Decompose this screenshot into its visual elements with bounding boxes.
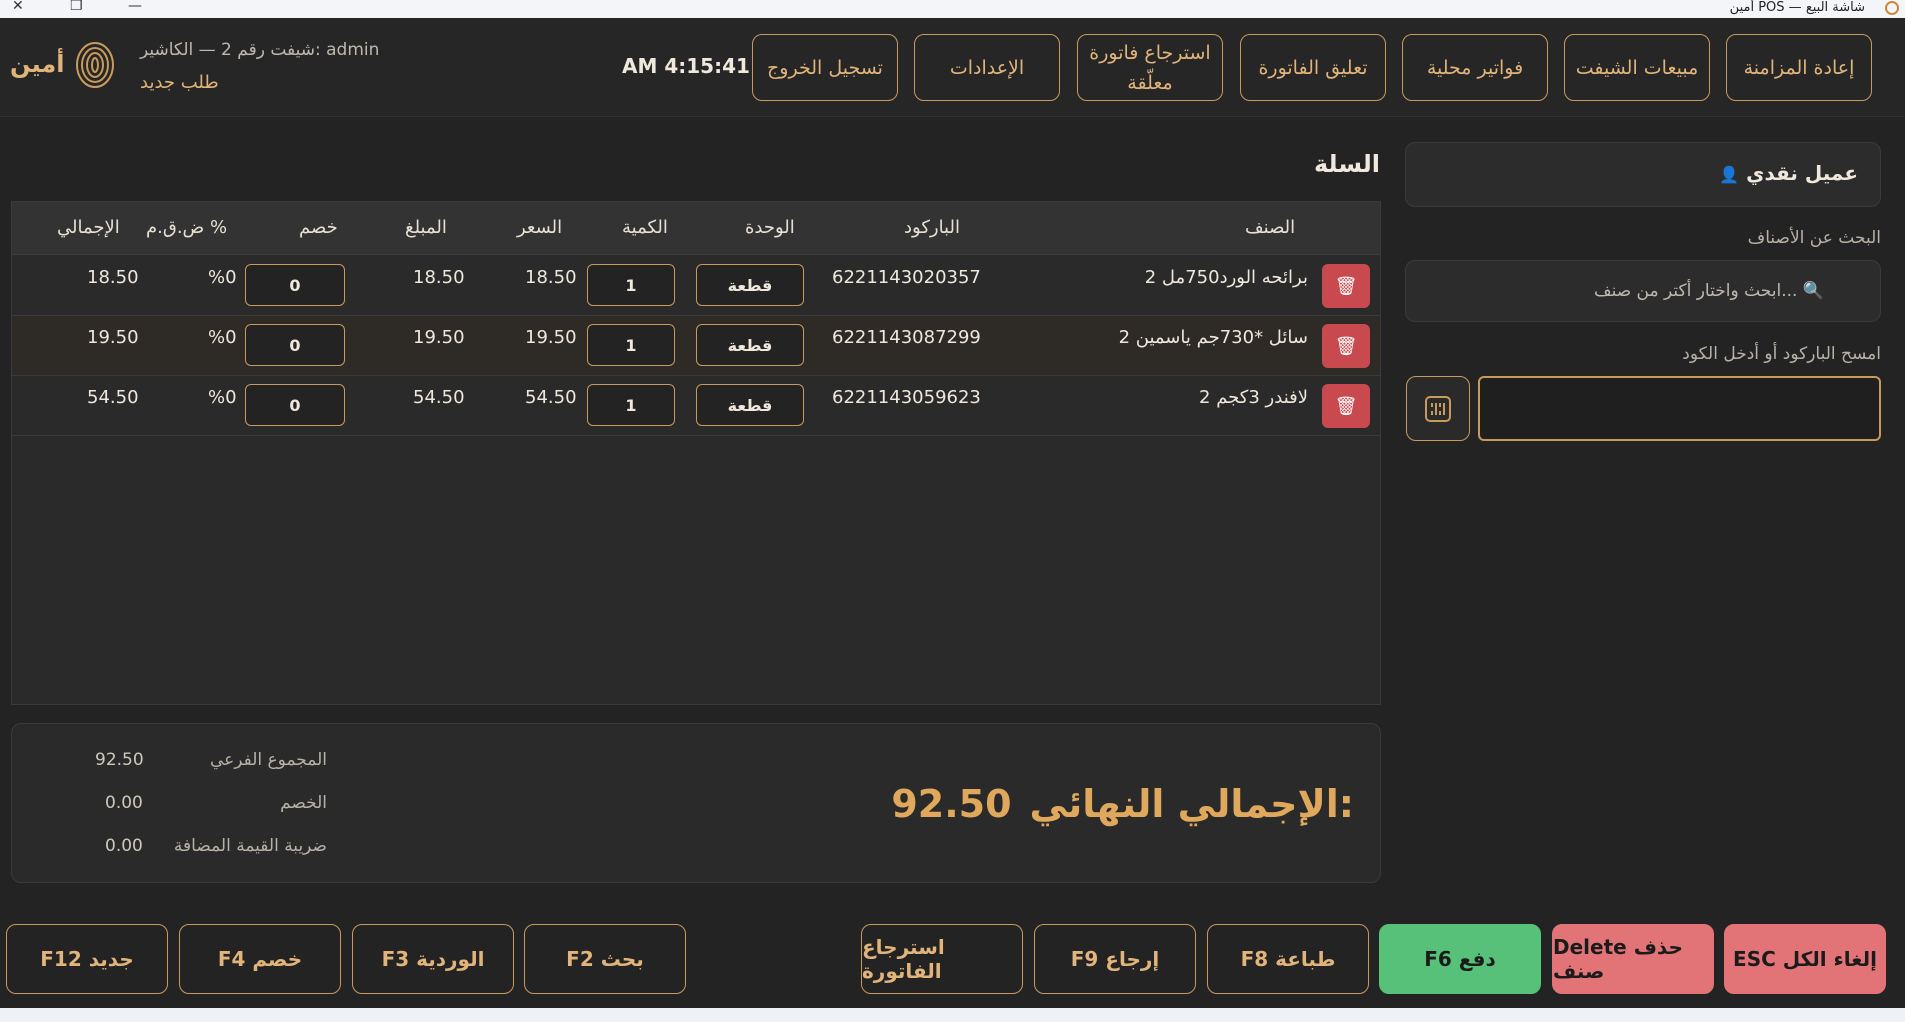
- close-icon[interactable]: ✕: [12, 0, 24, 14]
- delete-row-button[interactable]: 🗑: [1322, 264, 1370, 308]
- qty-input[interactable]: 1: [587, 324, 675, 366]
- col-price: السعر: [517, 217, 563, 238]
- restore-held-invoice-button[interactable]: استرجاع فاتورة معلّقة: [1077, 34, 1223, 101]
- row-amount: 19.50: [413, 327, 465, 348]
- fingerprint-logo-icon: [76, 42, 114, 88]
- discount-input[interactable]: 0: [245, 264, 345, 306]
- col-vat: ض.ق.م %: [146, 217, 228, 238]
- col-unit: الوحدة: [745, 217, 795, 238]
- customer-selector[interactable]: 👤 عميل نقدي: [1405, 142, 1881, 207]
- local-invoices-button[interactable]: فواتير محلية: [1402, 34, 1548, 101]
- discount-value: 0.00: [105, 793, 143, 813]
- brand-name: أمين: [10, 50, 65, 78]
- search-placeholder: ابحث واختار أكتر من صنف... 🔍: [1593, 281, 1824, 301]
- row-vat: %0: [208, 387, 237, 408]
- row-price: 19.50: [525, 327, 577, 348]
- row-total: 54.50: [87, 387, 139, 408]
- col-amount: المبلغ: [405, 217, 447, 238]
- restore-invoice-button[interactable]: استرجاع الفاتورة: [861, 924, 1023, 994]
- cart-table: الصنف الباركود الوحدة الكمية السعر المبل…: [11, 201, 1381, 705]
- table-row: 🗑 2 لافندر 3كجم 6221143059623 قطعة 1 54.…: [12, 376, 1380, 436]
- restore-icon[interactable]: ❐: [70, 0, 83, 14]
- unit-select[interactable]: قطعة: [696, 264, 804, 306]
- delete-row-button[interactable]: 🗑: [1322, 324, 1370, 368]
- grand-total-value: 92.50: [891, 782, 1012, 826]
- subtotal-value: 92.50: [95, 750, 144, 770]
- pay-button[interactable]: F6 دفع: [1379, 924, 1541, 994]
- hold-invoice-button[interactable]: تعليق الفاتورة: [1240, 34, 1386, 101]
- row-amount: 18.50: [413, 267, 465, 288]
- row-barcode: 6221143020357: [832, 267, 981, 288]
- cart-title: السلة: [1313, 150, 1380, 178]
- row-item: 2 لافندر 3كجم: [1199, 387, 1308, 408]
- table-row: 🗑 2 سائل *730جم ياسمين 6221143087299 قطع…: [12, 316, 1380, 376]
- table-row: 🗑 2 برائحه الورد750مل 6221143020357 قطعة…: [12, 256, 1380, 316]
- row-total: 18.50: [87, 267, 139, 288]
- barcode-scan-icon: [1425, 395, 1451, 422]
- print-button[interactable]: F8 طباعة: [1207, 924, 1369, 994]
- new-order-label: طلب جديد: [140, 72, 219, 93]
- row-amount: 54.50: [413, 387, 465, 408]
- vat-value: 0.00: [105, 836, 143, 856]
- minimize-icon[interactable]: —: [128, 0, 142, 14]
- subtotal-label: المجموع الفرعي: [209, 750, 327, 770]
- cancel-all-button[interactable]: ESC إلغاء الكل: [1724, 924, 1886, 994]
- new-button[interactable]: F12 جديد: [6, 924, 168, 994]
- qty-input[interactable]: 1: [587, 264, 675, 306]
- window-titlebar: ✕ ❐ — أمين POS — شاشة البيع: [0, 0, 1905, 18]
- vat-label: ضريبة القيمة المضافة: [173, 836, 327, 856]
- delete-item-button[interactable]: Delete حذف صنف: [1552, 924, 1714, 994]
- user-icon: 👤: [1719, 165, 1740, 184]
- qty-input[interactable]: 1: [587, 384, 675, 426]
- discount-input[interactable]: 0: [245, 324, 345, 366]
- row-barcode: 6221143059623: [832, 387, 981, 408]
- search-label: البحث عن الأصناف: [1747, 228, 1881, 248]
- row-item: 2 برائحه الورد750مل: [1144, 267, 1308, 288]
- shift-sales-button[interactable]: مبيعات الشيفت: [1564, 34, 1710, 101]
- window-title: أمين POS — شاشة البيع: [1729, 0, 1865, 15]
- row-item: 2 سائل *730جم ياسمين: [1118, 327, 1308, 348]
- top-header: إعادة المزامنة مبيعات الشيفت فواتير محلي…: [0, 18, 1905, 117]
- taskbar: [0, 1008, 1905, 1022]
- trash-icon: 🗑: [1334, 395, 1358, 417]
- barcode-label: امسح الباركود أو أدخل الكود: [1682, 344, 1881, 364]
- cart-table-header: الصنف الباركود الوحدة الكمية السعر المبل…: [12, 202, 1380, 255]
- totals-panel: المجموع الفرعي 92.50 الخصم 0.00 ضريبة ال…: [11, 723, 1381, 883]
- discount-input[interactable]: 0: [245, 384, 345, 426]
- scan-barcode-button[interactable]: [1406, 376, 1470, 441]
- discount-button[interactable]: F4 خصم: [179, 924, 341, 994]
- product-search-input[interactable]: ابحث واختار أكتر من صنف... 🔍: [1405, 260, 1881, 322]
- col-total: الإجمالي: [57, 217, 120, 238]
- unit-select[interactable]: قطعة: [696, 384, 804, 426]
- col-barcode: الباركود: [904, 217, 960, 238]
- delete-row-button[interactable]: 🗑: [1322, 384, 1370, 428]
- logout-button[interactable]: تسجيل الخروج: [752, 34, 898, 101]
- row-vat: %0: [208, 327, 237, 348]
- shift-button[interactable]: F3 الوردية: [352, 924, 514, 994]
- settings-button[interactable]: الإعدادات: [914, 34, 1060, 101]
- row-total: 19.50: [87, 327, 139, 348]
- customer-label: 👤 عميل نقدي: [1719, 161, 1858, 185]
- grand-total: 92.50 الإجمالي النهائي:: [891, 782, 1354, 826]
- row-price: 54.50: [525, 387, 577, 408]
- col-qty: الكمية: [622, 217, 668, 238]
- search-button[interactable]: F2 بحث: [524, 924, 686, 994]
- app-icon: [1885, 1, 1899, 15]
- col-discount: خصم: [299, 217, 338, 238]
- search-icon: 🔍: [1802, 281, 1824, 301]
- trash-icon: 🗑: [1334, 275, 1358, 297]
- resync-button[interactable]: إعادة المزامنة: [1726, 34, 1872, 101]
- discount-label: الخصم: [280, 793, 327, 813]
- unit-select[interactable]: قطعة: [696, 324, 804, 366]
- return-button[interactable]: F9 إرجاع: [1034, 924, 1196, 994]
- row-vat: %0: [208, 267, 237, 288]
- trash-icon: 🗑: [1334, 335, 1358, 357]
- clock: AM 4:15:41: [622, 54, 750, 78]
- grand-total-label: الإجمالي النهائي:: [1029, 782, 1354, 826]
- row-price: 18.50: [525, 267, 577, 288]
- row-barcode: 6221143087299: [832, 327, 981, 348]
- col-item: الصنف: [1245, 217, 1296, 238]
- shift-info: شيفت رقم 2 — الكاشير: admin: [140, 40, 380, 60]
- barcode-input[interactable]: [1478, 376, 1881, 441]
